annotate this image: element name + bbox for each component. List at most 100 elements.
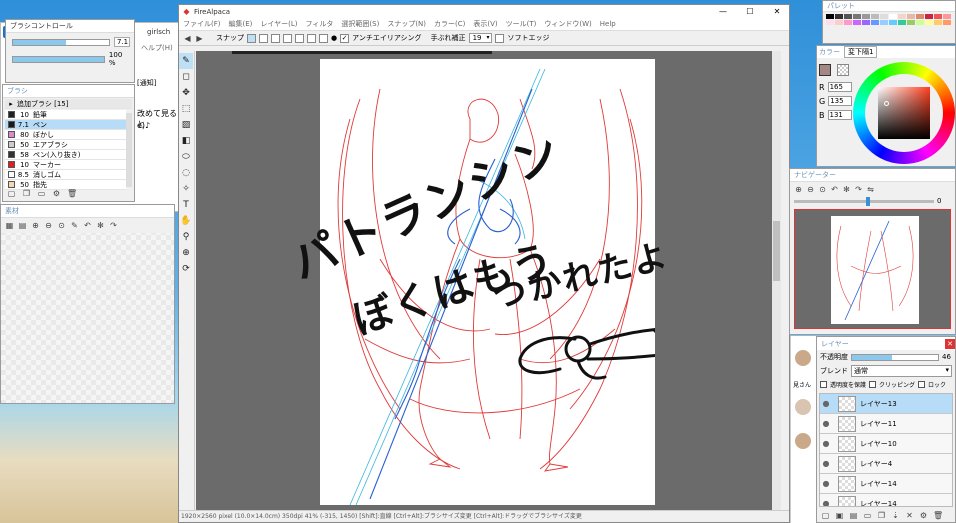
zoom-in-icon[interactable]: ⊕ xyxy=(794,185,803,194)
brush-item[interactable]: 10 マーカー xyxy=(5,160,126,170)
material-tile-icon[interactable]: ▦ xyxy=(5,221,14,230)
rotate-left-icon[interactable]: ↶ xyxy=(83,221,92,230)
layer-row[interactable]: ● レイヤー14 xyxy=(820,474,952,494)
palette-swatch[interactable] xyxy=(925,14,933,19)
zoom-fit-icon[interactable]: ⊙ xyxy=(57,221,66,230)
palette-swatch[interactable] xyxy=(862,20,870,25)
palette-swatch[interactable] xyxy=(835,20,843,25)
antialias-checkbox[interactable]: ✓ xyxy=(340,33,350,43)
layer-row[interactable]: ● レイヤー11 xyxy=(820,414,952,434)
duplicate-layer-icon[interactable]: ❐ xyxy=(877,511,886,520)
clear-layer-icon[interactable]: ✕ xyxy=(905,511,914,520)
soft-edge-checkbox[interactable] xyxy=(495,33,505,43)
new-layer-icon[interactable]: ▢ xyxy=(821,511,830,520)
palette-swatch[interactable] xyxy=(934,14,942,19)
layer-row[interactable]: ● レイヤー4 xyxy=(820,454,952,474)
brush-item[interactable]: 8.5 消しゴム xyxy=(5,170,126,180)
palette-swatch[interactable] xyxy=(898,20,906,25)
palette-swatch[interactable] xyxy=(907,14,915,19)
bucket-tool-icon[interactable]: ⬭ xyxy=(179,149,193,165)
brush-add-icon[interactable]: ▢ xyxy=(7,189,16,198)
rgb-g-input[interactable]: 135 xyxy=(828,96,853,106)
snap-vanishing-button[interactable] xyxy=(283,33,292,43)
layer-visibility-icon[interactable]: ● xyxy=(820,439,832,448)
menu-item-8[interactable]: ツール(T) xyxy=(506,19,537,29)
menu-item-3[interactable]: フィルタ xyxy=(306,19,334,29)
palette-swatch[interactable] xyxy=(880,20,888,25)
palette-swatch[interactable] xyxy=(898,14,906,19)
eraser-tool-icon[interactable]: ◻ xyxy=(179,69,193,85)
lasso-tool-icon[interactable]: ◌ xyxy=(179,165,193,181)
menu-item-10[interactable]: Help xyxy=(600,20,616,28)
palette-swatch[interactable] xyxy=(853,14,861,19)
rgb-r-input[interactable]: 165 xyxy=(827,82,852,92)
palette-swatch[interactable] xyxy=(844,20,852,25)
palette-swatch[interactable] xyxy=(934,20,942,25)
merge-down-icon[interactable]: ⇣ xyxy=(891,511,900,520)
close-button[interactable]: ✕ xyxy=(765,7,789,16)
brush-item[interactable]: 80 ぼかし xyxy=(5,130,126,140)
brush-opacity-slider[interactable] xyxy=(12,55,105,63)
secondary-color-swatch[interactable] xyxy=(837,64,849,76)
menu-item-7[interactable]: 表示(V) xyxy=(473,19,497,29)
zoom-out-icon[interactable]: ⊖ xyxy=(806,185,815,194)
layer-visibility-icon[interactable]: ● xyxy=(820,499,832,506)
palette-swatch[interactable] xyxy=(943,20,951,25)
layer-visibility-icon[interactable]: ● xyxy=(820,479,832,488)
color-picker-marker[interactable] xyxy=(884,101,889,106)
undo-icon[interactable]: ◀ xyxy=(183,34,192,43)
stabilizer-select[interactable]: 19 ▾ xyxy=(468,33,493,43)
clipping-checkbox[interactable] xyxy=(869,381,877,388)
select-tool-icon[interactable]: ⬚ xyxy=(179,101,193,117)
menu-item-4[interactable]: 選択範囲(S) xyxy=(341,19,379,29)
vertical-scroll-thumb[interactable] xyxy=(773,221,780,281)
snap-circle-button[interactable] xyxy=(307,33,316,43)
palette-swatch[interactable] xyxy=(889,20,897,25)
protect-alpha-checkbox[interactable] xyxy=(820,381,827,388)
redo-icon[interactable]: ▶ xyxy=(195,34,204,43)
palette-swatch[interactable] xyxy=(871,20,879,25)
brush-size-slider[interactable] xyxy=(12,38,110,46)
navigator-preview[interactable] xyxy=(794,209,951,329)
palette-swatch[interactable] xyxy=(871,14,879,19)
snap-settings-icon[interactable]: ● xyxy=(331,34,337,42)
snap-parallel-button[interactable] xyxy=(259,33,268,43)
menu-item-0[interactable]: ファイル(F) xyxy=(183,19,221,29)
color-wheel[interactable] xyxy=(853,62,955,164)
zoom-tool-icon[interactable]: ⊕ xyxy=(179,245,193,261)
snap-curve-button[interactable] xyxy=(319,33,328,43)
layer-visibility-icon[interactable]: ● xyxy=(820,419,832,428)
fill-tool-icon[interactable]: ▨ xyxy=(179,117,193,133)
eyedropper-icon[interactable]: ✎ xyxy=(70,221,79,230)
eyedropper-tool-icon[interactable]: ⚲ xyxy=(179,229,193,245)
menu-item-5[interactable]: スナップ(N) xyxy=(387,19,426,29)
brush-settings-icon[interactable]: ⚙ xyxy=(52,189,61,198)
brush-group-header[interactable]: ▸ 追加ブラシ [15] xyxy=(5,99,132,109)
brush-copy-icon[interactable]: ❐ xyxy=(22,189,31,198)
palette-swatch[interactable] xyxy=(916,20,924,25)
palette-swatch[interactable] xyxy=(844,14,852,19)
browser-tab[interactable]: girlsch xyxy=(147,28,170,36)
color-tab[interactable]: 変下隔1 xyxy=(844,46,878,58)
zoom-out-icon[interactable]: ⊖ xyxy=(44,221,53,230)
navigator-zoom-thumb[interactable] xyxy=(866,196,870,206)
palette-swatch[interactable] xyxy=(853,20,861,25)
snap-cross-button[interactable] xyxy=(271,33,280,43)
palette-swatch[interactable] xyxy=(889,14,897,19)
zoom-in-icon[interactable]: ⊕ xyxy=(31,221,40,230)
layer-folder-icon[interactable]: ▭ xyxy=(863,511,872,520)
layer-opacity-slider[interactable] xyxy=(851,353,939,361)
lock-checkbox[interactable] xyxy=(918,381,926,388)
navigator-zoom-slider[interactable] xyxy=(794,196,934,206)
flip-icon[interactable]: ⇋ xyxy=(866,185,875,194)
layers-close-icon[interactable]: ✕ xyxy=(945,338,955,349)
brush-size-value[interactable]: 7.1 xyxy=(114,37,130,47)
rotate-right-icon[interactable]: ↷ xyxy=(109,221,118,230)
delete-layer-icon[interactable]: 🗑 xyxy=(933,511,943,520)
palette-swatch[interactable] xyxy=(907,20,915,25)
layer-visibility-icon[interactable]: ● xyxy=(820,459,832,468)
primary-color-swatch[interactable] xyxy=(819,64,831,76)
snap-off-button[interactable] xyxy=(247,33,256,43)
palette-swatches[interactable] xyxy=(823,12,955,27)
menu-item-2[interactable]: レイヤー(L) xyxy=(260,19,297,29)
